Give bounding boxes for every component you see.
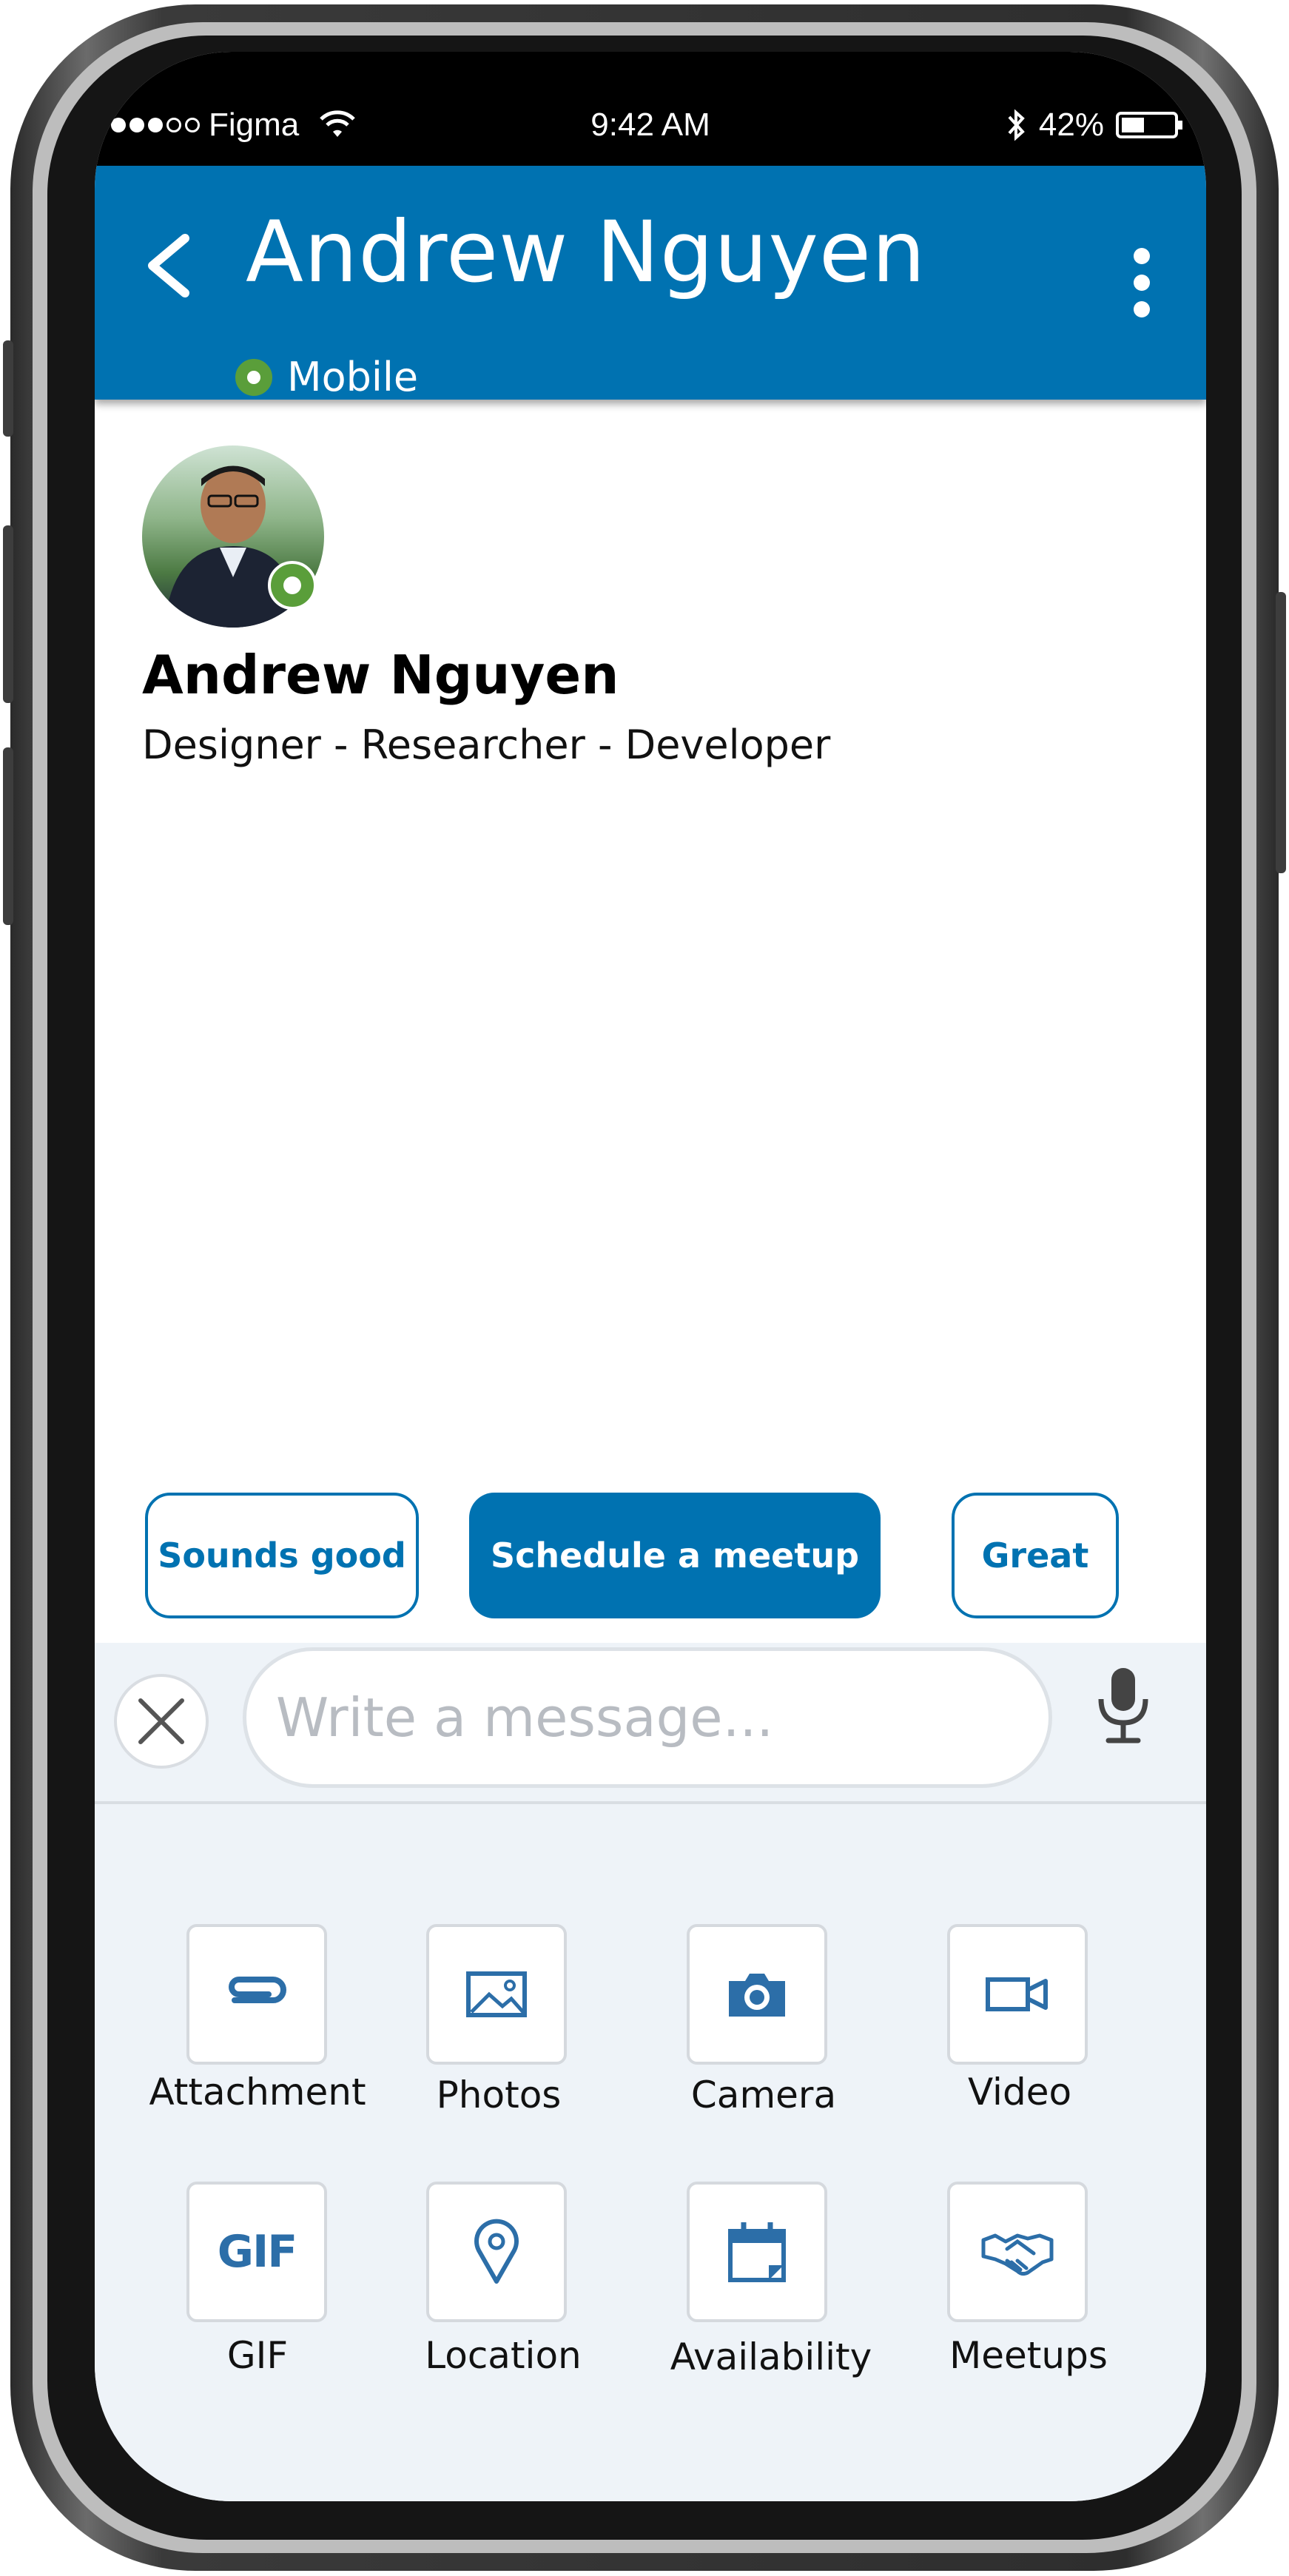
gif-button[interactable]: GIF — [186, 2182, 327, 2322]
microphone-icon[interactable] — [1094, 1665, 1153, 1746]
volume-down-button — [3, 747, 13, 925]
online-status-icon — [235, 358, 272, 396]
presence-label: Mobile — [287, 354, 419, 400]
paperclip-icon — [229, 1977, 286, 2003]
handshake-icon — [981, 2233, 1054, 2276]
video-label: Video — [967, 2071, 1072, 2113]
photos-label: Photos — [436, 2074, 562, 2116]
image-icon — [466, 1971, 527, 2017]
close-tray-button[interactable] — [114, 1674, 209, 1769]
gif-label: GIF — [226, 2334, 289, 2377]
status-bar: Figma 9:42 AM 42% — [95, 52, 1206, 166]
photos-button[interactable] — [426, 1924, 567, 2065]
more-options-icon[interactable] — [1131, 246, 1153, 320]
location-button[interactable] — [426, 2182, 567, 2322]
tray-divider — [95, 1801, 1206, 1804]
header-presence: Mobile — [235, 354, 418, 400]
battery-percent: 42% — [1038, 107, 1104, 143]
quick-reply-schedule-meetup[interactable]: Schedule a meetup — [469, 1493, 881, 1618]
camera-icon — [729, 1974, 785, 2017]
close-icon — [138, 1698, 184, 1744]
calendar-icon — [728, 2222, 786, 2282]
camera-label: Camera — [690, 2074, 837, 2116]
attachment-button[interactable] — [186, 1924, 327, 2065]
conversation-header: Andrew Nguyen Mobile — [95, 166, 1206, 400]
status-right: 42% — [1006, 107, 1184, 144]
header-title: Andrew Nguyen — [246, 203, 926, 301]
phone-screen: Figma 9:42 AM 42% Andrew Nguyen Mobile A… — [95, 52, 1206, 2501]
availability-button[interactable] — [687, 2182, 827, 2322]
meetups-label: Meetups — [949, 2334, 1108, 2377]
gif-icon: GIF — [217, 2226, 298, 2278]
mute-switch — [3, 340, 13, 437]
video-icon — [986, 1977, 1048, 2011]
quick-reply-great[interactable]: Great — [952, 1493, 1119, 1618]
avatar-online-badge — [268, 561, 317, 610]
battery-icon — [1116, 112, 1182, 138]
video-button[interactable] — [947, 1924, 1088, 2065]
profile-name: Andrew Nguyen — [142, 644, 619, 706]
meetups-button[interactable] — [947, 2182, 1088, 2322]
volume-up-button — [3, 525, 13, 703]
power-button — [1276, 592, 1286, 873]
back-arrow-icon[interactable] — [142, 232, 194, 299]
message-input[interactable] — [243, 1647, 1052, 1788]
location-label: Location — [425, 2334, 582, 2377]
profile-headline: Designer - Researcher - Developer — [142, 722, 831, 768]
attachment-label: Attachment — [149, 2071, 366, 2113]
location-pin-icon — [474, 2219, 519, 2284]
bluetooth-icon — [1008, 109, 1025, 141]
quick-reply-sounds-good[interactable]: Sounds good — [145, 1493, 419, 1618]
availability-label: Availability — [670, 2335, 872, 2378]
camera-button[interactable] — [687, 1924, 827, 2065]
